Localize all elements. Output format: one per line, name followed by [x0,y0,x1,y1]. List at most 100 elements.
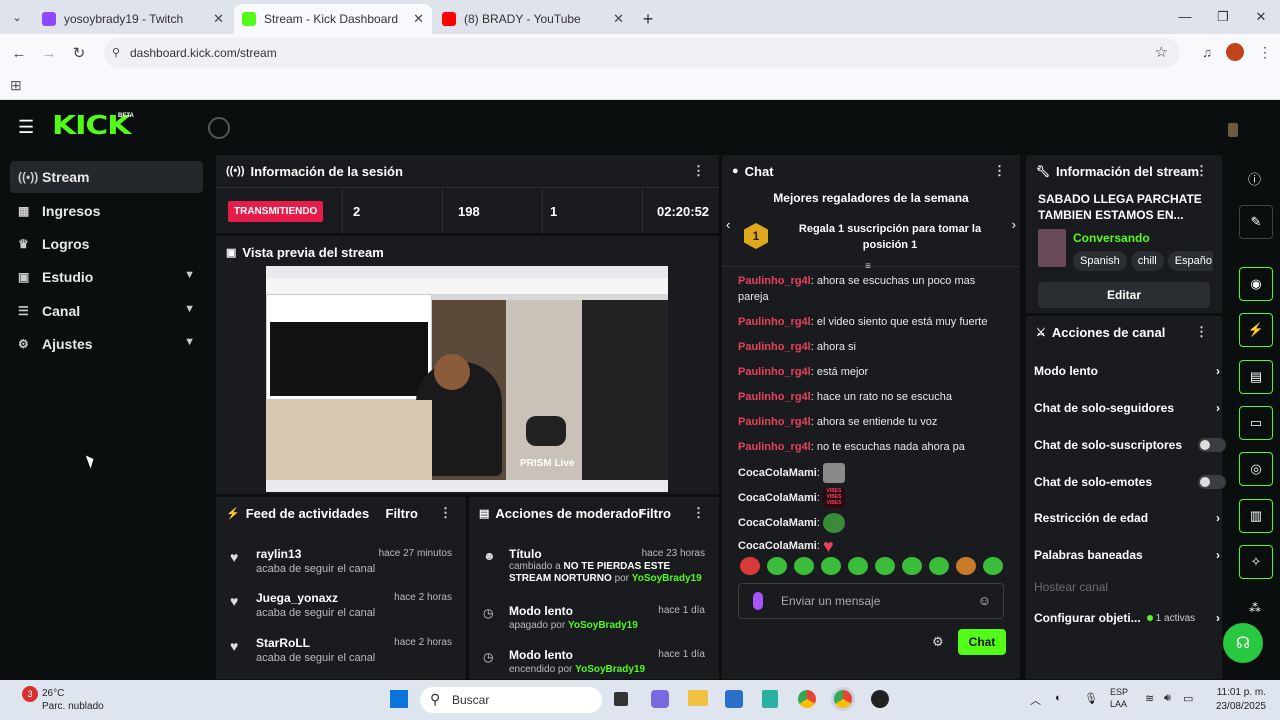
sidebar-item-canal[interactable]: ☰ Canal ▼ [10,295,203,327]
notes-icon[interactable]: ▤ [1239,360,1273,394]
emotes-only-toggle[interactable] [1198,475,1226,489]
sidebar-item-ajustes[interactable]: ⚙ Ajustes ▼ [10,328,203,360]
apps-icon[interactable]: ⁂ [1249,601,1261,615]
chat-settings-gear-icon[interactable]: ⚙ [932,634,944,650]
chat-send-button[interactable]: Chat [958,629,1006,655]
menu-dots-icon[interactable]: ⋮ [1258,44,1272,61]
menu-dots-icon[interactable]: ⋮ [692,505,705,521]
emote-icon[interactable] [767,557,787,575]
menu-dots-icon[interactable]: ⋮ [692,163,705,179]
emote-icon[interactable] [794,557,814,575]
address-bar[interactable]: ⚲ dashboard.kick.com/stream ☆ [104,38,1180,68]
close-icon[interactable]: ✕ [613,11,624,27]
chevron-down-icon: ▼ [184,336,195,348]
emote-icon[interactable] [875,557,895,575]
lightning-icon[interactable]: ⚡ [1239,313,1273,347]
tab-search-icon[interactable]: ⌄ [0,0,34,34]
taskbar-clock[interactable]: 11:01 p. m. 23/08/2025 [1216,686,1266,714]
close-window-icon[interactable]: ✕ [1242,0,1280,34]
sidebar-item-ingresos[interactable]: ▦ Ingresos [10,195,203,227]
layout-icon[interactable]: ▥ [1239,499,1273,533]
hamburger-menu-icon[interactable]: ☰ [18,117,34,138]
menu-dots-icon[interactable]: ⋮ [993,163,1006,179]
pencil-icon[interactable]: ✎ [1239,205,1273,239]
subscribers-only-toggle[interactable] [1198,438,1226,452]
sidebar-item-stream[interactable]: ((•)) Stream [10,161,203,193]
goals-action[interactable]: Configurar objeti... 1 activas › [1034,605,1220,631]
menu-dots-icon[interactable]: ⋮ [1195,163,1208,179]
apps-grid-icon[interactable]: ⊞ [10,77,22,94]
chat-icon[interactable]: ▭ [1239,406,1273,440]
task-view-icon[interactable] [614,692,628,706]
wifi-icon[interactable]: ≋ [1145,692,1154,705]
emote-icon[interactable] [929,557,949,575]
sidebar-item-estudio[interactable]: ▣ Estudio ▼ [10,261,203,293]
minimize-icon[interactable]: — [1166,0,1204,34]
notepad-icon[interactable] [762,690,778,708]
edit-button[interactable]: Editar [1038,282,1210,308]
slow-mode-action[interactable]: Modo lento › [1034,358,1220,384]
chat-bubble-icon: ● [732,165,739,177]
chat-message-input[interactable]: Enviar un mensaje ☺ [738,583,1004,619]
copilot-icon[interactable] [651,690,669,708]
taskbar-search[interactable]: ⚲ Buscar [420,687,602,713]
emoji-icon[interactable]: ☺ [978,593,991,608]
support-headset-icon[interactable]: ☊ [1223,623,1263,663]
maximize-icon[interactable]: ❐ [1204,0,1242,34]
battery-icon[interactable]: ▭ [1183,692,1193,705]
filter-button[interactable]: Filtro [639,506,672,521]
emote-icon[interactable] [956,557,976,575]
menu-dots-icon[interactable]: ⋮ [439,505,452,521]
emote-icon[interactable] [740,557,760,575]
sidebar-item-logros[interactable]: ♛ Logros [10,228,203,260]
filter-button[interactable]: Filtro [386,506,419,521]
chrome-active-icon[interactable] [834,690,852,708]
followers-only-action[interactable]: Chat de solo-seguidores › [1034,395,1220,421]
follower-name[interactable]: Juega_yonaxz [256,591,338,605]
tab-kick-dashboard[interactable]: Stream - Kick Dashboard ✕ [234,4,432,34]
emote-icon[interactable] [902,557,922,575]
wrench-icon[interactable]: ✧ [1239,545,1273,579]
new-tab-button[interactable]: + [634,4,662,34]
stream-preview-video[interactable]: PRISM Live [266,266,668,492]
store-icon[interactable] [725,690,743,708]
tab-youtube[interactable]: (8) BRADY - YouTube ✕ [434,4,632,34]
close-icon[interactable]: ✕ [413,11,424,27]
collapse-icon[interactable]: ≡ [865,261,871,272]
volume-icon[interactable]: 🔊︎ [1164,692,1171,705]
category-name[interactable]: Conversando [1073,231,1150,245]
banned-words-action[interactable]: Palabras baneadas › [1034,542,1220,568]
bookmark-star-icon[interactable]: ☆ [1155,43,1168,61]
camera-icon[interactable]: ◉ [1239,267,1273,301]
emote-icon[interactable] [821,557,841,575]
profile-avatar[interactable] [1226,43,1244,61]
file-explorer-icon[interactable] [688,690,708,706]
menu-dots-icon[interactable]: ⋮ [1195,324,1208,340]
follower-name[interactable]: StarRoLL [256,636,310,650]
tab-twitch[interactable]: yosoybrady19 - Twitch ✕ [34,4,232,34]
chevron-left-icon[interactable]: ‹ [726,217,730,232]
user-avatar[interactable] [1228,123,1238,137]
back-icon[interactable]: ← [4,45,34,62]
follower-name[interactable]: raylin13 [256,547,301,561]
age-restriction-action[interactable]: Restricción de edad › [1034,505,1220,531]
chevron-right-icon[interactable]: › [1012,217,1016,232]
emote-icon[interactable] [848,557,868,575]
emote-icon[interactable] [983,557,1003,575]
media-icon[interactable]: ♫ [1202,45,1212,60]
site-info-icon[interactable]: ⚲ [112,46,120,59]
tray-app-icon[interactable]: ◐ [1055,692,1062,704]
microphone-icon[interactable] [753,592,763,610]
tray-expand-icon[interactable]: ︿ [1030,692,1041,708]
obs-icon[interactable] [871,690,889,708]
broadcast-icon[interactable]: ◎ [1239,452,1273,486]
chrome-icon[interactable] [798,690,816,708]
close-icon[interactable]: ✕ [213,11,224,27]
info-icon[interactable]: ⓘ [1248,169,1261,188]
language-indicator[interactable]: ESP LAA [1110,686,1128,710]
gift-prompt[interactable]: Regala 1 suscripción para tomar la posic… [790,221,990,253]
forward-icon[interactable]: → [34,45,64,62]
windows-start-icon[interactable] [390,690,408,708]
microphone-icon[interactable]: 🎙︎ [1084,692,1098,705]
reload-icon[interactable]: ↻ [64,44,94,62]
